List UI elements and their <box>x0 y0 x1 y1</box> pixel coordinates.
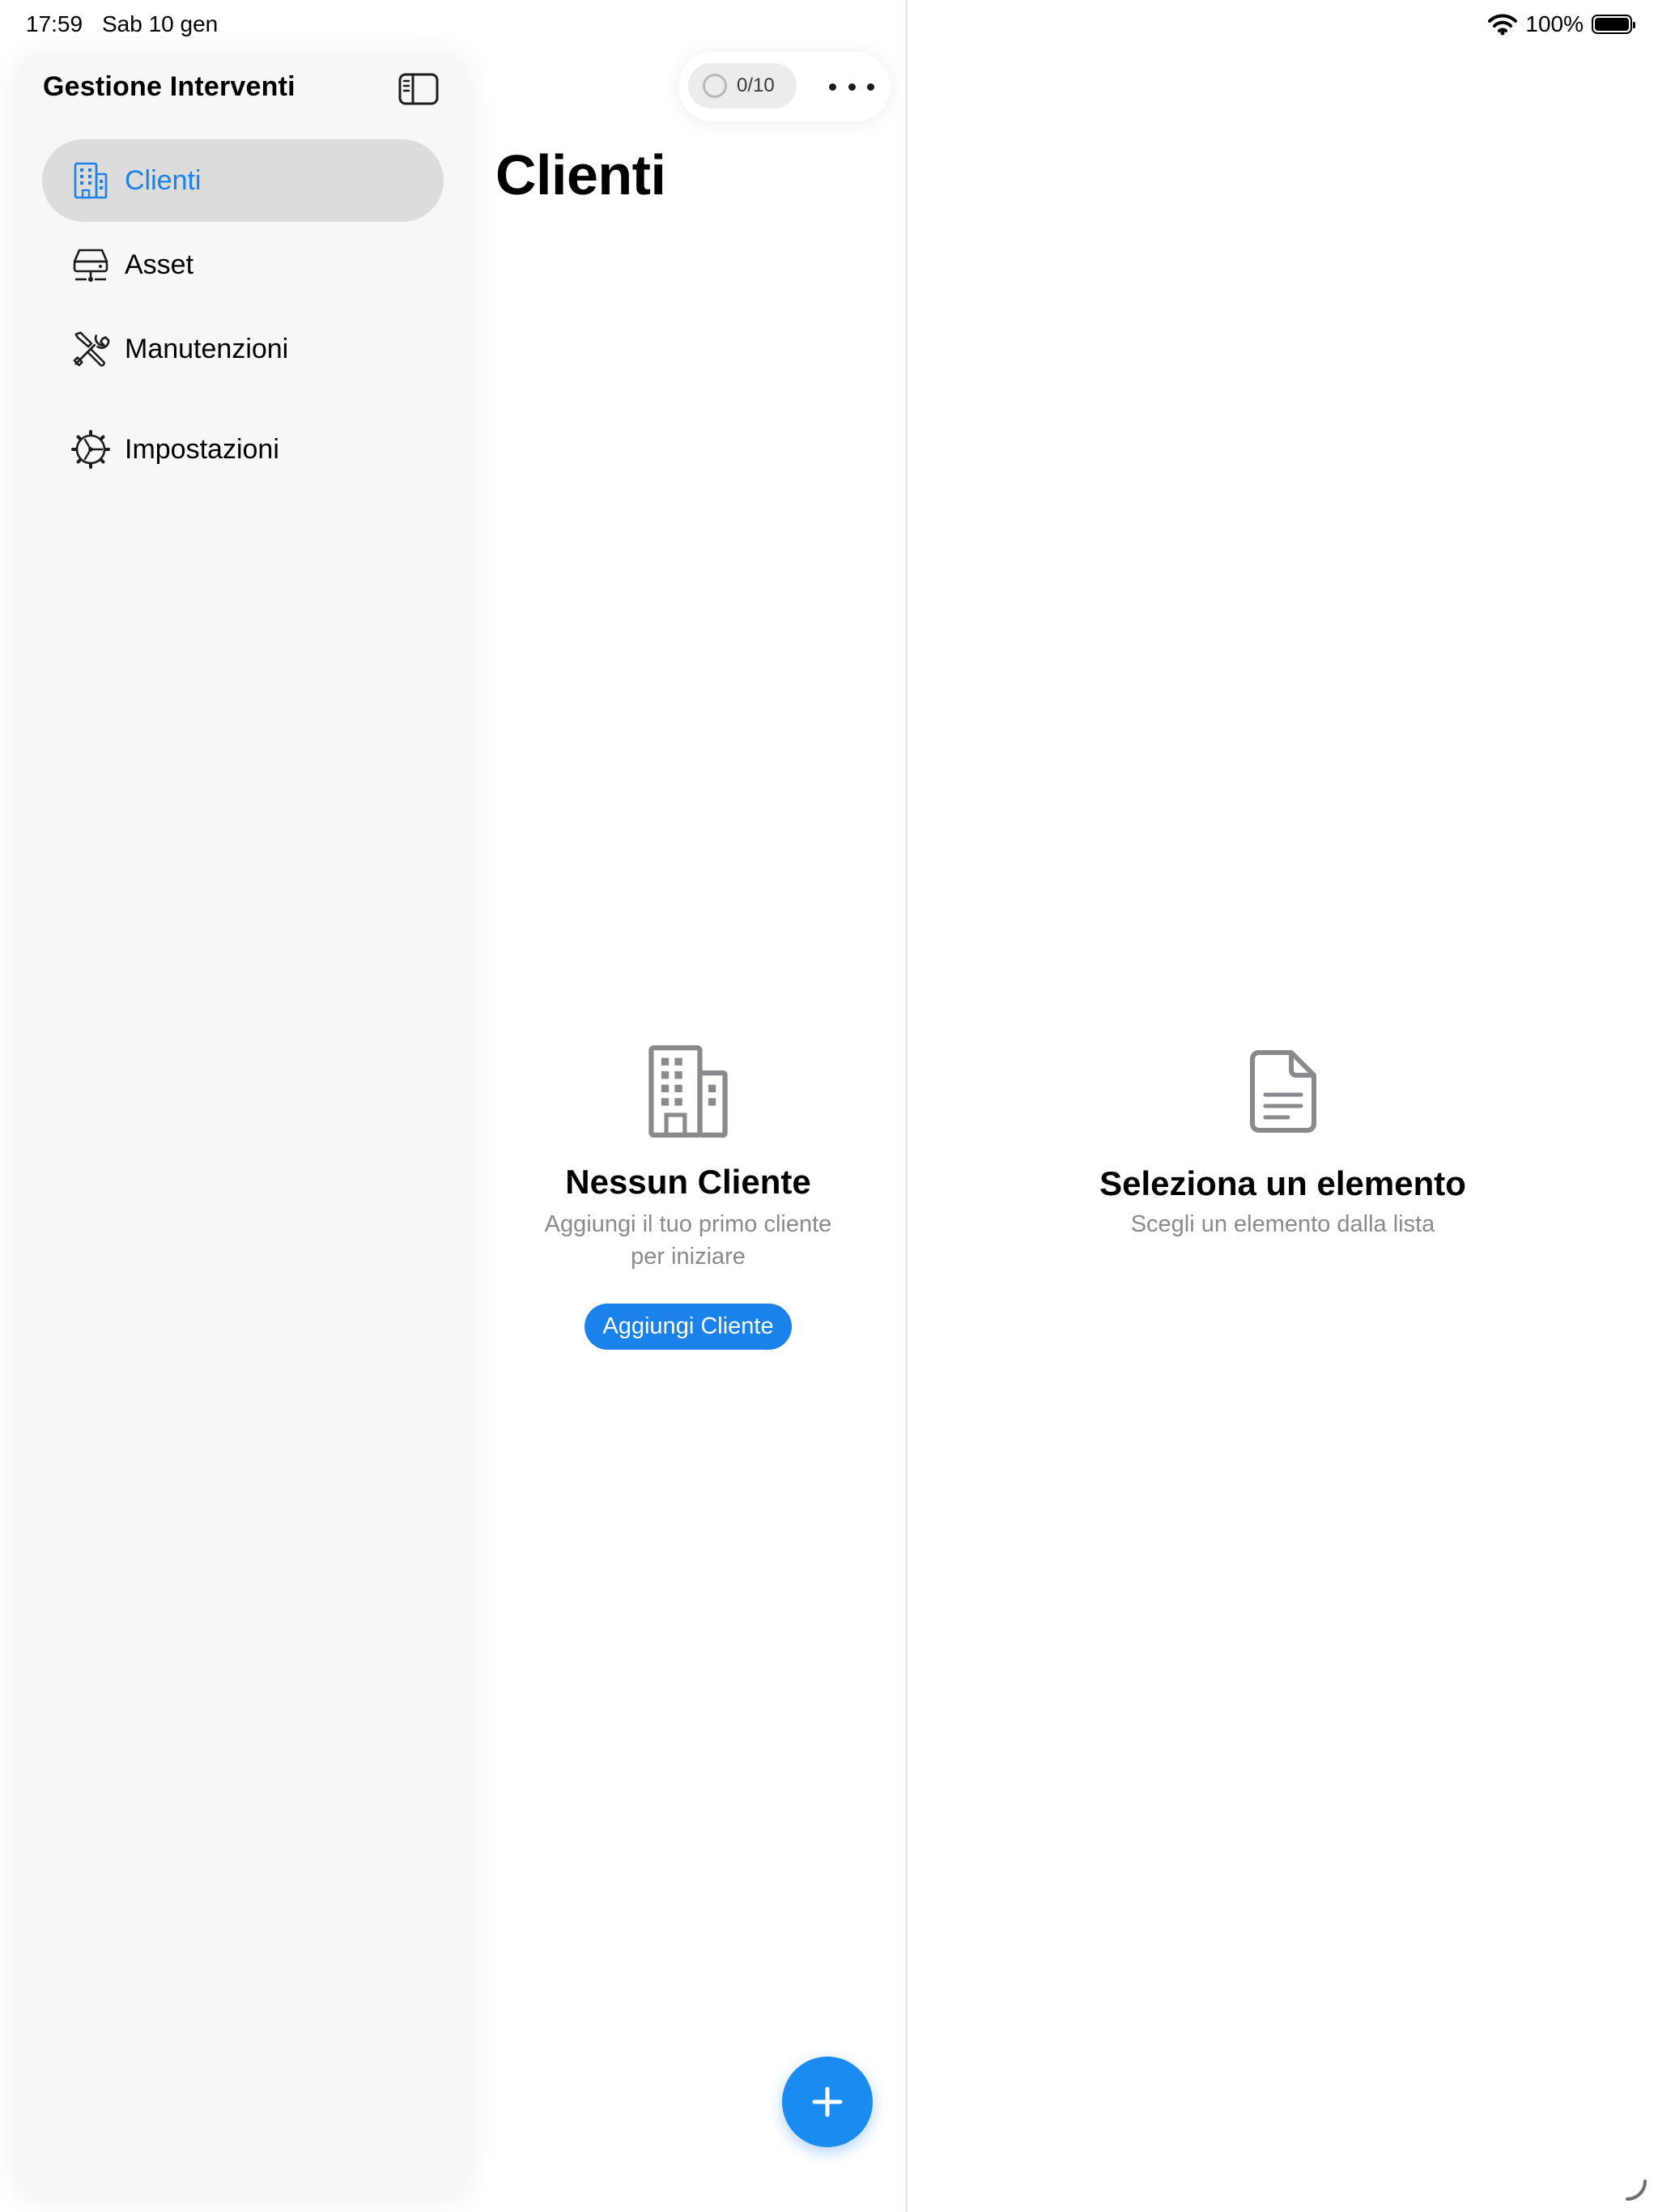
wifi-icon <box>1488 14 1518 36</box>
empty-state-subtitle: Aggiungi il tuo primo cliente per inizia… <box>544 1211 832 1270</box>
building-icon <box>648 1045 728 1138</box>
more-options-icon[interactable] <box>829 70 874 104</box>
sidebar: Gestione Interventi Clienti Asset Manute… <box>16 52 470 2196</box>
status-date: Sab 10 gen <box>102 11 219 36</box>
detail-empty-title: Seleziona un elemento <box>1099 1164 1466 1202</box>
document-icon <box>1249 1050 1316 1133</box>
resize-handle-icon[interactable] <box>1624 2178 1648 2202</box>
sidebar-item-impostazioni[interactable]: Impostazioni <box>42 408 444 491</box>
empty-state-title: Nessun Cliente <box>565 1163 811 1201</box>
progress-label: 0/10 <box>737 74 775 96</box>
add-client-button[interactable]: Aggiungi Cliente <box>585 1304 792 1350</box>
server-icon <box>71 245 110 284</box>
battery-icon <box>1592 15 1635 34</box>
page-title: Clienti <box>495 143 666 206</box>
sidebar-toggle-icon[interactable] <box>398 73 439 105</box>
tools-icon <box>71 330 110 368</box>
sidebar-item-label: Clienti <box>125 164 202 196</box>
empty-state: Nessun Cliente Aggiungi il tuo primo cli… <box>502 1044 874 1350</box>
plus-icon <box>812 2087 843 2117</box>
sidebar-item-label: Manutenzioni <box>125 333 289 364</box>
sidebar-item-manutenzioni[interactable]: Manutenzioni <box>42 308 444 390</box>
add-fab-button[interactable] <box>782 2057 873 2147</box>
toolbar-controls: 0/10 <box>678 52 891 121</box>
building-icon <box>71 161 110 200</box>
battery-level: 100% <box>1525 11 1584 36</box>
sidebar-item-asset[interactable]: Asset <box>42 223 444 306</box>
status-indicators: 100% <box>1488 11 1635 37</box>
sidebar-item-label: Impostazioni <box>125 433 279 465</box>
status-time: 17:59 <box>26 11 83 36</box>
detail-empty-state: Seleziona un elemento Scegli un elemento… <box>908 1049 1658 1238</box>
progress-button[interactable]: 0/10 <box>688 63 797 108</box>
sidebar-item-label: Asset <box>125 249 194 280</box>
detail-empty-subtitle: Scegli un elemento dalla lista <box>1130 1211 1435 1237</box>
progress-ring-icon <box>703 74 727 98</box>
sidebar-title: Gestione Interventi <box>43 71 295 102</box>
sidebar-item-clienti[interactable]: Clienti <box>42 139 444 222</box>
gear-icon <box>71 430 110 469</box>
